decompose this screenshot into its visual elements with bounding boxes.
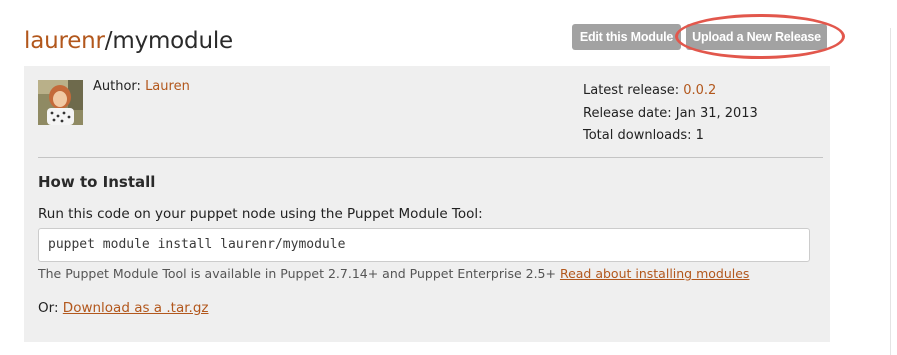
right-edge-divider (890, 28, 891, 355)
release-stats: Latest release: 0.0.2 Release date: Jan … (583, 80, 758, 148)
install-instruction: Run this code on your puppet node using … (38, 206, 483, 222)
availability-note: The Puppet Module Tool is available in P… (38, 265, 749, 283)
install-command-field[interactable]: puppet module install laurenr/mymodule (38, 228, 810, 262)
release-date-value: Jan 31, 2013 (675, 105, 758, 121)
author-line: Author: Lauren (93, 78, 190, 96)
module-page: laurenr/mymodule Edit this Module Upload… (0, 0, 897, 355)
page-title: laurenr/mymodule (24, 27, 233, 55)
section-divider (38, 157, 823, 158)
latest-release-link[interactable]: 0.0.2 (683, 83, 716, 98)
total-downloads-value: 1 (695, 128, 704, 143)
download-tarball-link[interactable]: Download as a .tar.gz (63, 300, 209, 316)
edit-module-button[interactable]: Edit this Module (572, 24, 681, 50)
release-date-row: Release date: Jan 31, 2013 (583, 103, 758, 126)
release-date-label: Release date: (583, 105, 672, 121)
or-label: Or: (38, 300, 59, 316)
upload-release-button[interactable]: Upload a New Release (686, 24, 827, 50)
total-downloads-label: Total downloads: (583, 128, 692, 143)
read-about-installing-link[interactable]: Read about installing modules (560, 266, 750, 281)
avatar-photo-icon (38, 80, 83, 125)
download-line: Or: Download as a .tar.gz (38, 298, 208, 318)
availability-text: The Puppet Module Tool is available in P… (38, 266, 556, 281)
total-downloads-row: Total downloads: 1 (583, 125, 758, 148)
owner-link[interactable]: laurenr (24, 28, 105, 54)
latest-release-label: Latest release: (583, 83, 680, 98)
author-label: Author: (93, 79, 141, 94)
author-link[interactable]: Lauren (145, 79, 190, 94)
module-name: mymodule (112, 28, 233, 54)
how-to-install-heading: How to Install (38, 173, 156, 191)
author-avatar[interactable] (38, 80, 83, 125)
module-details-panel: Author: Lauren Latest release: 0.0.2 Rel… (24, 66, 830, 342)
latest-release-row: Latest release: 0.0.2 (583, 80, 758, 103)
